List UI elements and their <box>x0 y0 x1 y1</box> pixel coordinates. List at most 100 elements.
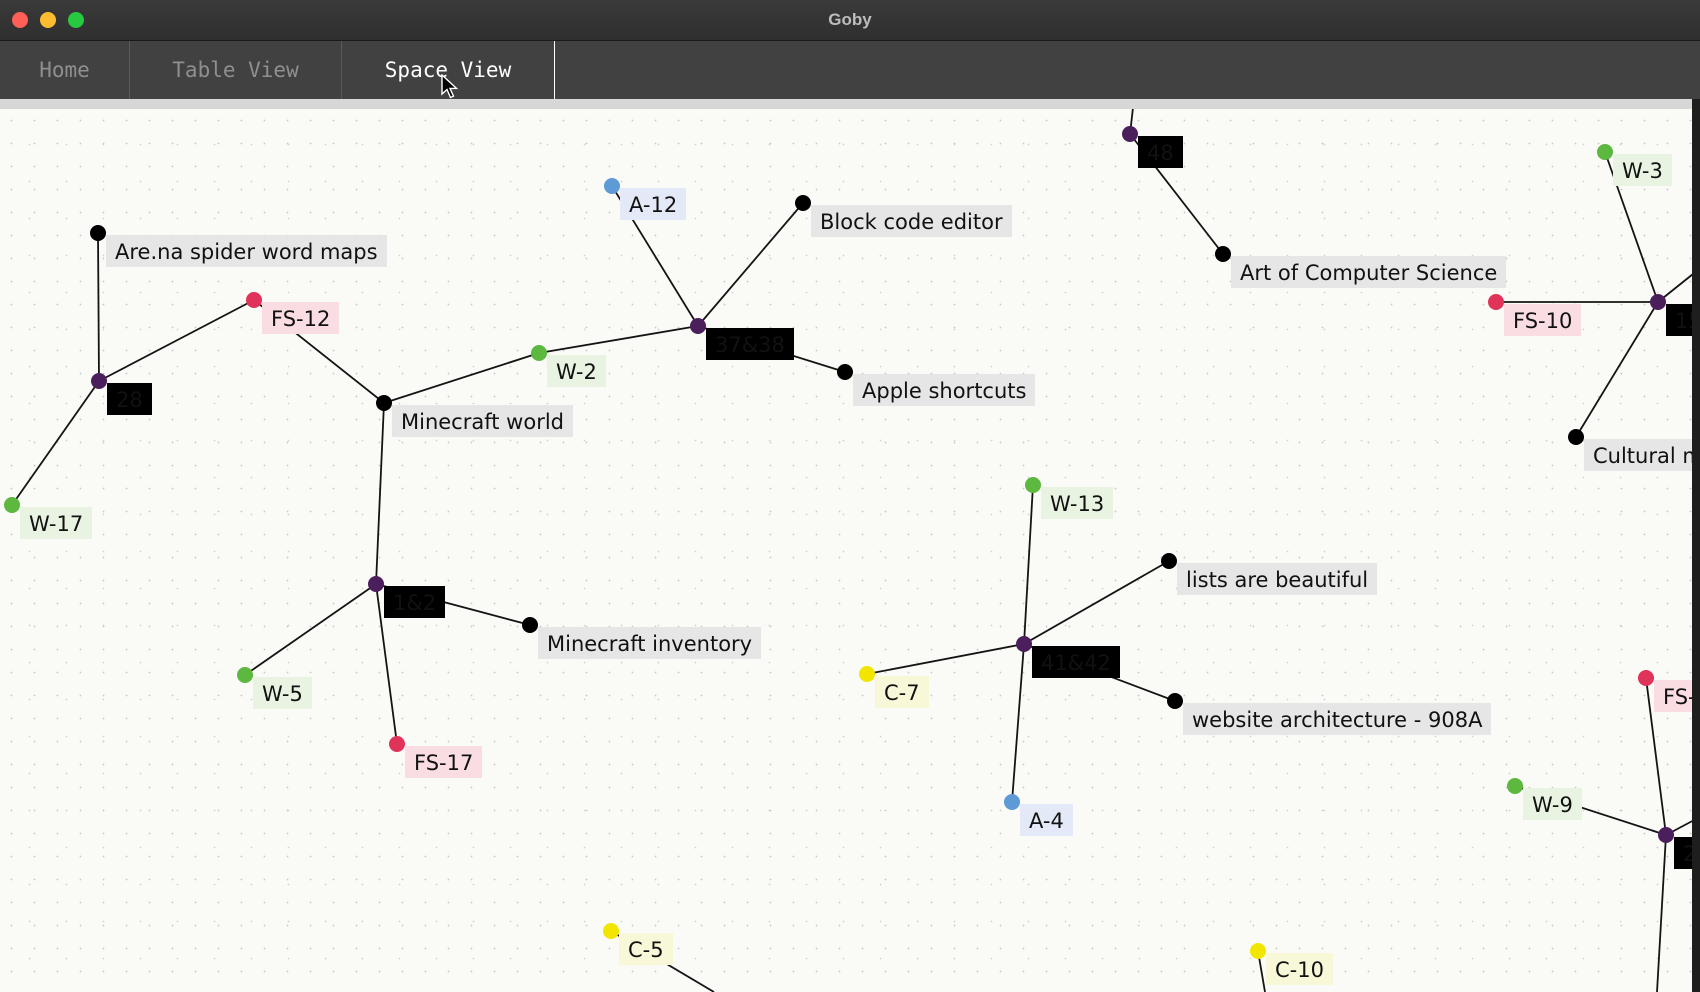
node-nFS10[interactable]: FS-10 <box>1488 294 1581 336</box>
node-label: Apple shortcuts <box>862 379 1026 403</box>
node-dot[interactable] <box>1488 294 1504 310</box>
node-label: FS-12 <box>271 307 330 331</box>
node-dot[interactable] <box>795 195 811 211</box>
node-label: A-4 <box>1029 809 1064 833</box>
node-label: lists are beautiful <box>1186 568 1368 592</box>
node-nW17[interactable]: W-17 <box>4 497 92 539</box>
node-label: 41&42 <box>1041 651 1111 675</box>
node-dot[interactable] <box>91 373 107 389</box>
node-nA12[interactable]: A-12 <box>604 178 686 220</box>
node-nW2[interactable]: W-2 <box>531 345 606 387</box>
node-dot[interactable] <box>1025 477 1041 493</box>
node-nMinecraft[interactable]: Minecraft world <box>376 395 573 437</box>
node-dot[interactable] <box>1004 794 1020 810</box>
space-view-canvas[interactable]: 48Art of Computer ScienceW-3FS-10158Cult… <box>0 109 1700 992</box>
node-label: Are.na spider word maps <box>115 240 378 264</box>
edge-n4142-nLists <box>1023 560 1170 645</box>
edge-nMinecraft-n12 <box>375 402 385 585</box>
node-nLists[interactable]: lists are beautiful <box>1161 553 1377 595</box>
edge-n4142-nA4 <box>1011 643 1025 803</box>
node-label: website architecture - 908A <box>1192 708 1483 732</box>
node-label: FS-10 <box>1513 309 1572 333</box>
node-dot[interactable] <box>1250 943 1266 959</box>
node-dot[interactable] <box>1568 429 1584 445</box>
node-nArtCS[interactable]: Art of Computer Science <box>1215 246 1506 288</box>
node-label: 48 <box>1147 141 1174 165</box>
node-nApple[interactable]: Apple shortcuts <box>837 364 1035 406</box>
node-dot[interactable] <box>1507 778 1523 794</box>
edge-n158-nCultural <box>1575 301 1659 438</box>
node-dot[interactable] <box>1122 126 1138 142</box>
node-n4142[interactable]: 41&42 <box>1016 636 1120 678</box>
node-dot[interactable] <box>531 345 547 361</box>
title-bar: Goby <box>0 0 1700 41</box>
node-dot[interactable] <box>837 364 853 380</box>
node-dot[interactable] <box>389 736 405 752</box>
node-label: Block code editor <box>820 210 1003 234</box>
node-nCultural[interactable]: Cultural me <box>1568 429 1700 471</box>
node-dot[interactable] <box>237 667 253 683</box>
node-nBlock[interactable]: Block code editor <box>795 195 1012 237</box>
node-dot[interactable] <box>1650 294 1666 310</box>
node-dot[interactable] <box>1597 144 1613 160</box>
node-dot[interactable] <box>1016 636 1032 652</box>
node-label: FS-17 <box>414 751 473 775</box>
node-n28[interactable]: 28 <box>91 373 152 415</box>
node-dot[interactable] <box>1161 553 1177 569</box>
node-nA4[interactable]: A-4 <box>1004 794 1073 836</box>
node-dot[interactable] <box>859 666 875 682</box>
node-dot[interactable] <box>522 617 538 633</box>
node-nC5[interactable]: C-5 <box>603 923 673 965</box>
node-nFS12[interactable]: FS-12 <box>246 292 339 334</box>
tab-home[interactable]: Home <box>0 41 130 99</box>
edge-n28-nArena <box>97 232 100 382</box>
node-dot[interactable] <box>603 923 619 939</box>
node-nW5[interactable]: W-5 <box>237 667 312 709</box>
node-n48[interactable]: 48 <box>1122 126 1183 168</box>
node-nArena[interactable]: Are.na spider word maps <box>90 225 387 267</box>
node-graph[interactable]: 48Art of Computer ScienceW-3FS-10158Cult… <box>0 109 1700 992</box>
node-nWebsite[interactable]: website architecture - 908A <box>1167 693 1491 735</box>
edge-n28-nFS12 <box>98 299 255 382</box>
window-title: Goby <box>828 10 872 29</box>
node-label: W-13 <box>1050 492 1104 516</box>
edge-n4142-nC7 <box>866 643 1025 675</box>
node-label: W-3 <box>1622 159 1663 183</box>
node-label: C-5 <box>628 938 664 962</box>
node-label: Minecraft world <box>401 410 564 434</box>
node-dot[interactable] <box>1658 827 1674 843</box>
node-n3738[interactable]: 37&38 <box>690 318 794 360</box>
node-nW3[interactable]: W-3 <box>1597 144 1672 186</box>
node-label: 37&38 <box>715 333 785 357</box>
node-label: Cultural me <box>1593 444 1700 468</box>
mouse-pointer-icon <box>441 74 459 99</box>
node-dot[interactable] <box>1167 693 1183 709</box>
tab-bar-divider <box>0 99 1700 109</box>
node-label: C-10 <box>1275 958 1324 982</box>
tab-table-view[interactable]: Table View <box>130 41 342 99</box>
node-dot[interactable] <box>1215 246 1231 262</box>
node-label: C-7 <box>884 681 920 705</box>
node-dot[interactable] <box>246 292 262 308</box>
edge-offscreen-3 <box>1656 834 1667 992</box>
node-nW13[interactable]: W-13 <box>1025 477 1113 519</box>
node-nInventory[interactable]: Minecraft inventory <box>522 617 761 659</box>
node-nC7[interactable]: C-7 <box>859 666 929 708</box>
node-dot[interactable] <box>4 497 20 513</box>
node-label: W-17 <box>29 512 83 536</box>
edge-nW2-n3738 <box>538 325 699 354</box>
view-tab-bar: Home Table View Space View <box>0 41 1700 99</box>
edge-nMinecraft-nW2 <box>383 352 540 404</box>
node-nW9[interactable]: W-9 <box>1507 778 1582 820</box>
node-dot[interactable] <box>604 178 620 194</box>
edge-n28-nW17 <box>11 380 100 506</box>
edge-n4142-nW13 <box>1023 484 1034 645</box>
node-dot[interactable] <box>1638 670 1654 686</box>
node-label: 1&2 <box>393 591 436 615</box>
node-label: Art of Computer Science <box>1240 261 1497 285</box>
node-nFS17[interactable]: FS-17 <box>389 736 482 778</box>
node-dot[interactable] <box>690 318 706 334</box>
node-dot[interactable] <box>90 225 106 241</box>
node-dot[interactable] <box>376 395 392 411</box>
node-dot[interactable] <box>368 576 384 592</box>
